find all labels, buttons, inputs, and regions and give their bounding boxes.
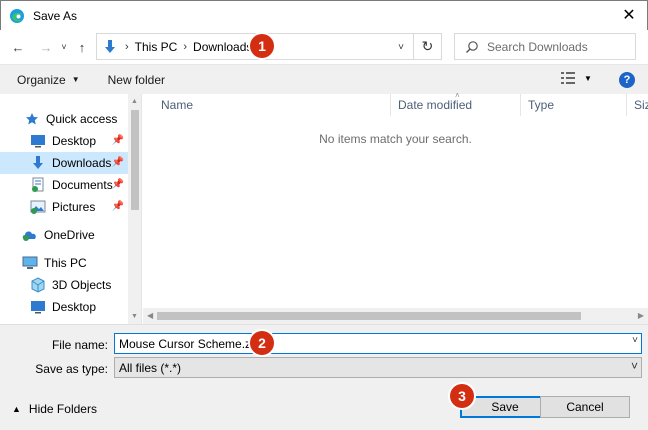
sidebar-item-label: 3D Objects: [52, 278, 112, 292]
breadcrumb-this-pc[interactable]: This PC: [135, 40, 178, 54]
column-header-row: Name Date modified Type Siz ˄: [143, 91, 648, 116]
sidebar-item-label: Pictures: [52, 200, 96, 214]
hide-folders-button[interactable]: ▲ Hide Folders: [12, 402, 97, 416]
sidebar-item-quick-access[interactable]: Quick access: [0, 108, 128, 130]
sidebar-item-label: OneDrive: [44, 228, 95, 242]
sidebar-item-label: Quick access: [46, 112, 118, 126]
desktop-icon: [30, 133, 46, 149]
save-form: File name: ˅ Save as type: All files (*.…: [0, 324, 648, 386]
hide-folders-label: Hide Folders: [28, 402, 97, 416]
change-view-button[interactable]: ▼: [560, 71, 592, 85]
file-list-pane: Name Date modified Type Siz ˄ No items m…: [143, 91, 648, 324]
navigation-pane-scrollbar[interactable]: ▲ ▼: [128, 94, 141, 324]
up-button[interactable]: ↑: [72, 37, 92, 57]
scrollbar-thumb[interactable]: [131, 110, 139, 210]
empty-list-message: No items match your search.: [319, 132, 472, 146]
search-icon: [466, 40, 478, 53]
sidebar-item-label: This PC: [44, 256, 87, 270]
sidebar-item-label: Downloads: [52, 156, 112, 170]
close-icon[interactable]: ✕: [619, 5, 639, 25]
3d-objects-icon: [30, 277, 46, 293]
sidebar-item-desktop[interactable]: Desktop 📌: [0, 130, 128, 152]
pin-icon: 📌: [111, 179, 124, 190]
column-header-size[interactable]: Siz: [626, 94, 648, 116]
callout-marker-3: 3: [450, 384, 474, 408]
pin-icon: 📌: [111, 157, 124, 168]
column-header-name[interactable]: Name: [154, 94, 390, 116]
sidebar-item-downloads[interactable]: Downloads 📌: [0, 152, 128, 174]
scroll-down-icon[interactable]: ▼: [131, 313, 138, 320]
sidebar-item-label: Desktop: [52, 300, 97, 314]
sidebar-item-label: Desktop: [52, 134, 97, 148]
sidebar-item-documents[interactable]: Documents 📌: [0, 174, 128, 196]
horizontal-scrollbar[interactable]: ◀ ▶: [143, 308, 648, 324]
desktop-icon: [30, 299, 46, 315]
scroll-right-icon[interactable]: ▶: [638, 311, 644, 320]
navigation-bar: ← → ˅ ↑ › This PC › Downloads ˅ ↻: [0, 30, 648, 64]
downloads-icon: [30, 155, 46, 171]
command-toolbar: Organize ▼ New folder ▼ ?: [0, 64, 648, 94]
scroll-up-icon[interactable]: ▲: [131, 98, 138, 105]
breadcrumb-downloads[interactable]: Downloads: [193, 40, 252, 54]
organize-label: Organize: [17, 72, 66, 87]
chevron-up-icon: ▲: [12, 404, 21, 414]
onedrive-icon: [22, 227, 38, 243]
sort-caret-icon: ˄: [455, 91, 460, 100]
pin-icon: 📌: [111, 135, 124, 146]
chevron-right-icon: ›: [183, 40, 188, 53]
downloads-icon: [105, 39, 115, 53]
callout-marker-2: 2: [250, 331, 274, 355]
scroll-left-icon[interactable]: ◀: [147, 311, 153, 320]
pictures-icon: [30, 199, 46, 215]
caret-down-icon: ▼: [584, 73, 592, 83]
caret-down-icon: ▼: [71, 75, 80, 84]
sidebar-item-3d-objects[interactable]: 3D Objects: [0, 274, 128, 296]
sidebar-item-desktop-pc[interactable]: Desktop: [0, 296, 128, 318]
scrollbar-thumb[interactable]: [157, 312, 581, 320]
sidebar-item-onedrive[interactable]: OneDrive: [0, 224, 128, 246]
cancel-button[interactable]: Cancel: [540, 396, 630, 418]
navigation-pane: Quick access Desktop 📌 Downloads 📌 Docum…: [0, 94, 142, 324]
filename-combo[interactable]: ˅: [114, 333, 642, 354]
filename-input[interactable]: [119, 336, 599, 351]
chevron-right-icon: ›: [125, 40, 129, 53]
back-button[interactable]: ←: [8, 37, 28, 57]
forward-button[interactable]: →: [36, 37, 56, 57]
organize-button[interactable]: Organize ▼: [17, 73, 80, 87]
sidebar-item-this-pc[interactable]: This PC: [0, 252, 128, 274]
filetype-label: Save as type:: [35, 362, 108, 376]
recent-locations-button[interactable]: ˅: [58, 37, 70, 57]
search-input[interactable]: [487, 39, 627, 54]
search-box[interactable]: [454, 33, 636, 60]
details-view-icon: [561, 72, 575, 84]
filename-label: File name:: [51, 338, 108, 352]
this-pc-icon: [22, 255, 38, 271]
help-button[interactable]: ?: [619, 72, 635, 88]
sidebar-item-label: Documents: [52, 178, 113, 192]
window-title: Save As: [33, 8, 78, 23]
star-icon: [24, 111, 40, 127]
callout-marker-1: 1: [250, 34, 274, 58]
chevron-down-icon[interactable]: ˅: [631, 359, 638, 373]
filetype-value: All files (*.*): [119, 360, 182, 375]
pin-icon: 📌: [111, 201, 124, 212]
chevron-down-icon[interactable]: ˅: [632, 335, 638, 346]
edge-icon: [10, 8, 24, 23]
dialog-footer: ▲ Hide Folders Save Cancel: [0, 386, 648, 430]
refresh-button[interactable]: ↻: [413, 34, 441, 59]
filetype-select[interactable]: All files (*.*) ˅: [114, 357, 642, 378]
documents-icon: [30, 177, 46, 193]
sidebar-item-pictures[interactable]: Pictures 📌: [0, 196, 128, 218]
column-header-type[interactable]: Type: [520, 94, 626, 116]
title-bar: Save As ✕: [0, 0, 648, 30]
content-area: Quick access Desktop 📌 Downloads 📌 Docum…: [0, 91, 648, 324]
new-folder-button[interactable]: New folder: [108, 73, 165, 87]
chevron-down-icon[interactable]: ˅: [393, 38, 409, 56]
